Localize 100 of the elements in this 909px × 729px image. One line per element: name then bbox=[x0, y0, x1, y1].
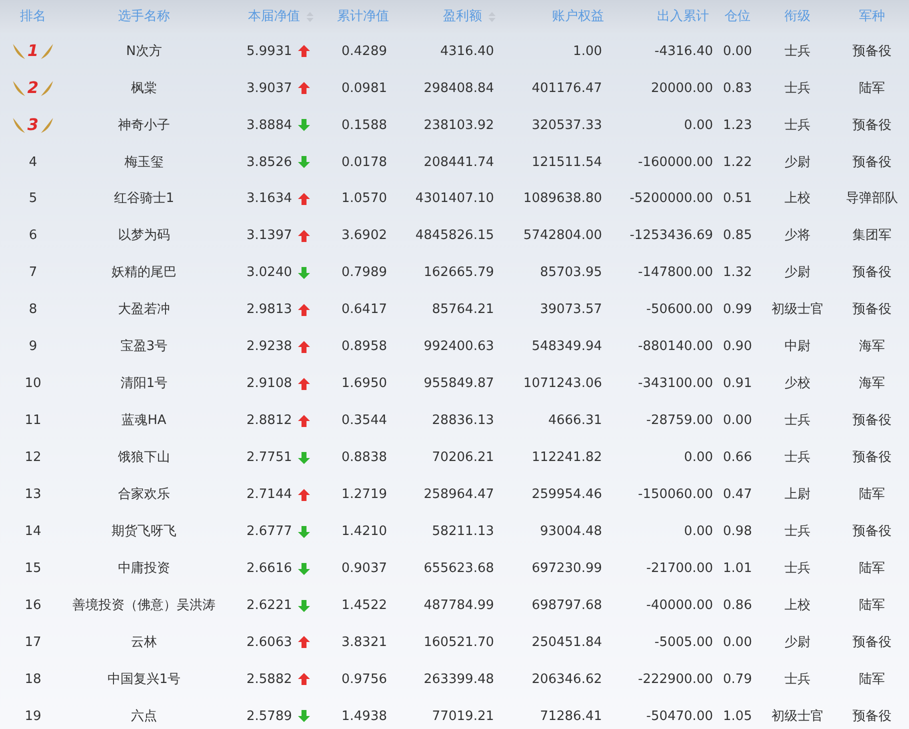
table-cell-text: 0.6417 bbox=[342, 301, 387, 320]
table-cell-text: 3.8884 bbox=[246, 116, 292, 135]
table-cell-text: 548349.94 bbox=[532, 338, 602, 356]
player-name: 大盈若冲 bbox=[118, 301, 170, 320]
player-name: N次方 bbox=[126, 42, 162, 61]
table-cell-text: 1.01 bbox=[723, 560, 752, 578]
table-cell-text: 海军 bbox=[859, 375, 885, 394]
table-cell-text: -147800.00 bbox=[638, 264, 713, 282]
table-cell-text: 陆军 bbox=[859, 560, 885, 578]
table-cell-text: 1.22 bbox=[723, 154, 752, 172]
table-cell-text: 3.0240 bbox=[246, 264, 292, 282]
table-cell-text: 少将 bbox=[784, 227, 810, 246]
wing-icon bbox=[12, 79, 26, 98]
table-cell-text: 39073.57 bbox=[540, 301, 602, 320]
column-header: 出入累计 bbox=[657, 8, 709, 26]
table-cell-text: 预备役 bbox=[852, 301, 892, 320]
table-cell-text: 1.4210 bbox=[342, 522, 387, 541]
player-name: 梅玉玺 bbox=[124, 154, 164, 172]
rank-number: 6 bbox=[28, 227, 38, 246]
table-cell-text: 0.0178 bbox=[342, 154, 387, 172]
table-cell-text: 0.3544 bbox=[342, 412, 387, 430]
table-cell-text: 0.47 bbox=[723, 486, 752, 504]
column-header: 账户权益 bbox=[552, 8, 604, 26]
table-cell-text: 3.1634 bbox=[246, 190, 292, 208]
table-cell-text: 0.98 bbox=[723, 522, 752, 541]
player-name: 云林 bbox=[131, 634, 157, 652]
table-cell-text: 0.1588 bbox=[342, 116, 387, 135]
table-cell-text: 2.6777 bbox=[246, 522, 292, 541]
table-cell-text: 0.85 bbox=[723, 227, 752, 246]
table-cell-text: 1.32 bbox=[723, 264, 752, 282]
column-header[interactable]: 盈利额 bbox=[443, 6, 482, 26]
table-cell-text: 1.2719 bbox=[342, 486, 387, 504]
player-name: 枫棠 bbox=[131, 80, 157, 98]
rank-number: 2 bbox=[27, 77, 39, 100]
table-cell-text: 206346.62 bbox=[532, 670, 602, 689]
table-cell-text: 28836.13 bbox=[432, 412, 494, 430]
table-cell-text: 4316.40 bbox=[440, 42, 494, 61]
table-cell-text: 1.23 bbox=[723, 116, 752, 135]
table-cell-text: 0.00 bbox=[723, 412, 752, 430]
table-cell-text: 121511.54 bbox=[532, 154, 602, 172]
table-cell-text: 2.9813 bbox=[246, 301, 292, 320]
table-cell-text: 陆军 bbox=[859, 486, 885, 504]
table-cell-text: 少尉 bbox=[784, 634, 810, 652]
table-cell-text: 259954.46 bbox=[532, 486, 602, 504]
table-cell-text: -21700.00 bbox=[646, 560, 713, 578]
table-cell-text: 1.4938 bbox=[342, 708, 387, 726]
table-cell-text: 2.6221 bbox=[246, 596, 292, 615]
table-cell-text: 250451.84 bbox=[532, 634, 602, 652]
table-cell-text: 0.83 bbox=[723, 80, 752, 98]
table-cell-text: 上校 bbox=[784, 596, 810, 615]
table-cell-text: 162665.79 bbox=[424, 264, 494, 282]
table-cell-text: -28759.00 bbox=[646, 412, 713, 430]
rank-number: 8 bbox=[28, 301, 38, 320]
table-cell-text: 208441.74 bbox=[424, 154, 494, 172]
rank-number: 17 bbox=[24, 634, 42, 652]
table-cell-text: 0.00 bbox=[723, 42, 752, 61]
table-cell-text: 预备役 bbox=[852, 264, 892, 282]
rank-number: 19 bbox=[24, 708, 42, 726]
table-cell-text: 0.00 bbox=[684, 522, 713, 541]
player-name: 合家欢乐 bbox=[118, 486, 170, 504]
table-cell-text: 0.00 bbox=[684, 116, 713, 135]
column-header[interactable]: 本届净值 bbox=[248, 6, 300, 26]
table-cell-text: 士兵 bbox=[784, 449, 810, 468]
table-cell-text: 3.9037 bbox=[246, 80, 292, 98]
rank-number: 18 bbox=[24, 670, 42, 689]
table-cell-text: 3.8526 bbox=[246, 154, 292, 172]
column-header: 排名 bbox=[20, 8, 46, 26]
table-cell-text: 0.7989 bbox=[342, 264, 387, 282]
table-cell-text: -1253436.69 bbox=[630, 227, 713, 246]
player-name: 善境投资（佛意）吴洪涛 bbox=[72, 596, 216, 615]
table-cell-text: 2.6063 bbox=[246, 634, 292, 652]
column-header: 选手名称 bbox=[118, 8, 170, 26]
table-cell-text: 海军 bbox=[859, 338, 885, 356]
column-header: 仓位 bbox=[724, 8, 750, 26]
column-header: 累计净值 bbox=[337, 8, 389, 26]
table-cell-text: 1.05 bbox=[723, 708, 752, 726]
table-cell-text: 预备役 bbox=[852, 708, 892, 726]
rank-number: 15 bbox=[24, 560, 42, 578]
table-cell-text: 58211.13 bbox=[432, 522, 494, 541]
table-cell-text: 预备役 bbox=[852, 116, 892, 135]
table-cell-text: 20000.00 bbox=[650, 80, 713, 98]
player-name: 蓝魂HA bbox=[122, 412, 166, 430]
table-cell-text: 1071243.06 bbox=[523, 375, 602, 394]
table-cell-text: -343100.00 bbox=[638, 375, 713, 394]
table-cell-text: 陆军 bbox=[859, 596, 885, 615]
table-cell-text: 263399.48 bbox=[424, 670, 494, 689]
table-cell-text: 112241.82 bbox=[532, 449, 602, 468]
table-cell-text: -40000.00 bbox=[646, 596, 713, 615]
table-cell-text: 0.79 bbox=[723, 670, 752, 689]
table-cell-text: 258964.47 bbox=[424, 486, 494, 504]
rank-number: 11 bbox=[24, 412, 42, 430]
table-cell-text: 5742804.00 bbox=[523, 227, 602, 246]
table-cell-text: 85764.21 bbox=[432, 301, 494, 320]
table-cell-text: 71286.41 bbox=[540, 708, 602, 726]
table-cell-text: 0.00 bbox=[684, 449, 713, 468]
table-cell-text: 士兵 bbox=[784, 670, 810, 689]
table-cell-text: 导弹部队 bbox=[846, 190, 898, 208]
table-cell-text: -222900.00 bbox=[638, 670, 713, 689]
table-cell-text: 4301407.10 bbox=[415, 190, 494, 208]
table-cell-text: 0.9037 bbox=[342, 560, 387, 578]
